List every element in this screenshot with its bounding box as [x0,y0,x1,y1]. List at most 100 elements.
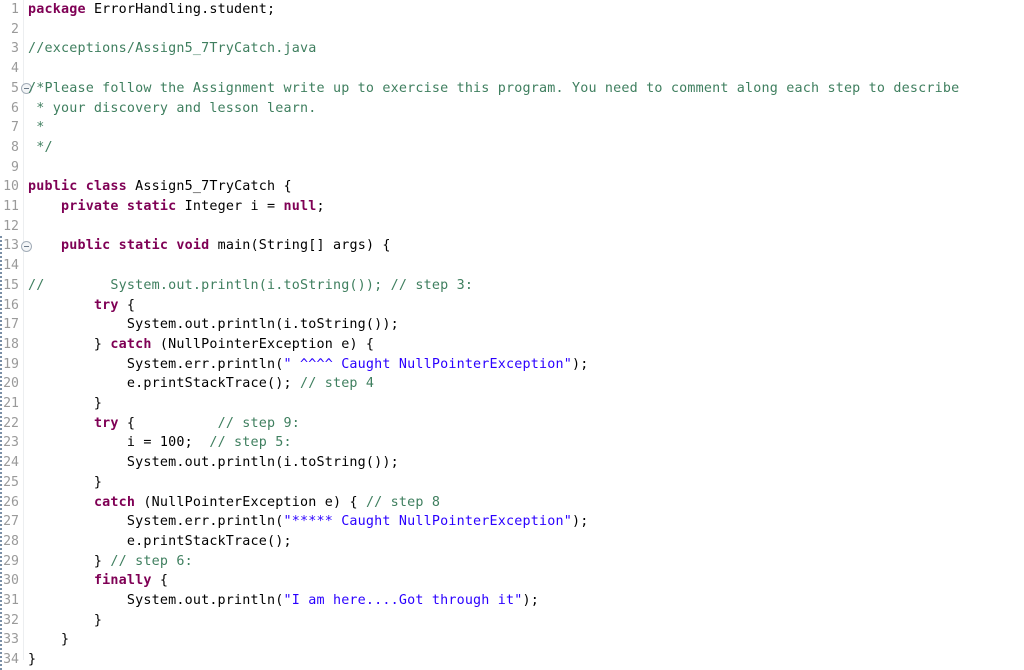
token-plain: } [28,632,70,648]
code-text[interactable]: //exceptions/Assign5_7TryCatch.java [28,39,316,59]
code-line[interactable]: 27 System.err.println("***** Caught Null… [0,512,1024,532]
code-line[interactable]: 19 System.err.println(" ^^^^ Caught Null… [0,355,1024,375]
token-plain: ); [571,514,589,530]
code-line[interactable]: 23 i = 100; // step 5: [0,433,1024,453]
token-plain: System.out.println(i.toString()); [28,317,399,333]
code-line[interactable]: 25 } [0,473,1024,493]
token-plain: System.out.println( [28,593,284,608]
code-text[interactable]: * your discovery and lesson learn. [28,99,316,119]
code-line[interactable]: 2 [0,20,1024,40]
token-kw: private [60,199,119,214]
line-number: 19 [3,356,19,372]
code-text[interactable]: try { // step 9: [28,414,300,434]
token-plain: i = 100; [28,435,210,451]
code-text[interactable]: System.out.println("I am here....Got thr… [28,591,539,611]
code-line[interactable]: 21 } [0,394,1024,414]
code-text[interactable]: System.out.println(i.toString()); [28,315,399,335]
code-text[interactable]: } [28,394,102,414]
line-number: 26 [3,494,19,510]
code-text[interactable]: // System.out.println(i.toString()); // … [28,276,473,296]
code-text[interactable]: public static void main(String[] args) { [28,236,391,256]
token-plain: } [28,474,103,490]
code-line[interactable]: 32 } [0,611,1024,631]
code-text[interactable]: } catch (NullPointerException e) { [28,335,374,355]
line-number: 14 [3,258,19,274]
line-number: 20 [3,376,19,392]
code-text[interactable]: package ErrorHandling.student; [28,0,275,20]
code-line[interactable]: 18 } catch (NullPointerException e) { [0,335,1024,355]
line-number: 13 [3,238,19,254]
code-text[interactable]: try { [28,296,135,316]
token-str: "I am here....Got through it" [283,593,523,608]
token-kw: try [93,415,119,431]
token-kw: public [60,238,111,254]
code-line[interactable]: 13 public static void main(String[] args… [0,236,1024,256]
code-text[interactable]: finally { [28,571,168,591]
code-line[interactable]: 14 [0,256,1024,276]
token-cmt: // System.out.println(i.toString()); // … [28,277,474,293]
token-str: "***** Caught NullPointerException" [283,514,572,530]
code-line[interactable]: 30 finally { [0,571,1024,591]
code-text[interactable]: */ [28,138,53,158]
token-kw: static [126,199,177,214]
token-plain: main(String[] args) { [209,238,391,254]
token-plain: ); [522,593,539,608]
token-cmt: // step 9: [217,415,300,431]
code-line[interactable]: 4 [0,59,1024,79]
line-number: 32 [3,612,19,628]
token-cmt: // step 8 [365,494,441,510]
code-line[interactable]: 1 package ErrorHandling.student; [0,0,1024,20]
code-line[interactable]: 22 try { // step 9: [0,414,1024,434]
code-text[interactable]: } // step 6: [28,552,193,572]
code-line[interactable]: 3 //exceptions/Assign5_7TryCatch.java [0,39,1024,59]
code-line[interactable]: 7 * [0,118,1024,138]
code-text[interactable]: catch (NullPointerException e) { // step… [28,493,440,513]
code-line[interactable]: 28 e.printStackTrace(); [0,532,1024,552]
token-plain: } [28,336,111,352]
code-line[interactable]: 33 } [0,630,1024,650]
code-text[interactable]: i = 100; // step 5: [28,433,292,453]
line-number: 33 [3,632,19,648]
code-text[interactable]: } [28,630,69,650]
code-line[interactable]: 24 System.out.println(i.toString()); [0,453,1024,473]
code-line[interactable]: 16 try { [0,296,1024,316]
token-plain: ErrorHandling.student; [85,2,276,17]
code-text[interactable]: /*Please follow the Assignment write up … [28,79,959,99]
token-kw: public [28,179,78,195]
code-line[interactable]: 26 catch (NullPointerException e) { // s… [0,493,1024,513]
code-line[interactable]: 29 } // step 6: [0,552,1024,572]
code-text[interactable]: } [28,611,102,631]
line-number: 18 [3,336,19,352]
token-kw: package [28,2,86,17]
line-number: 15 [3,277,19,293]
code-line[interactable]: 17 System.out.println(i.toString()); [0,315,1024,335]
code-line[interactable]: 20 e.printStackTrace(); // step 4 [0,374,1024,394]
code-line[interactable]: 11 private static Integer i = null; [0,197,1024,217]
token-kw: finally [93,573,152,589]
code-line[interactable]: 9 [0,158,1024,178]
code-text[interactable]: * [28,118,44,138]
code-editor-pane[interactable]: 1 package ErrorHandling.student; 2 3//excep… [0,0,1024,670]
code-line[interactable]: 5 /*Please follow the Assignment write up… [0,79,1024,99]
code-line[interactable]: 6 * your discovery and lesson learn. [0,99,1024,119]
code-text[interactable]: public class Assign5_7TryCatch { [28,177,292,197]
code-line[interactable]: 12 [0,217,1024,237]
code-text[interactable]: System.err.println("***** Caught NullPoi… [28,512,588,532]
code-text[interactable]: System.err.println(" ^^^^ Caught NullPoi… [28,355,588,375]
token-plain: { [118,297,136,313]
code-text[interactable]: e.printStackTrace(); [28,532,292,552]
code-line[interactable]: 31 System.out.println("I am here....Got … [0,591,1024,611]
token-plain: Assign5_7TryCatch { [126,179,292,195]
token-plain: (NullPointerException e) { [151,336,375,352]
code-line[interactable]: 10 public class Assign5_7TryCatch { [0,177,1024,197]
token-kw: catch [93,494,136,510]
code-text[interactable]: private static Integer i = null; [28,197,325,217]
code-line[interactable]: 8 */ [0,138,1024,158]
code-line[interactable]: 15 // System.out.println(i.toString()); /… [0,276,1024,296]
code-text[interactable]: } [28,473,102,493]
line-number: 11 [3,199,19,214]
code-text[interactable]: e.printStackTrace(); // step 4 [28,374,374,394]
code-text[interactable]: System.out.println(i.toString()); [28,453,399,473]
